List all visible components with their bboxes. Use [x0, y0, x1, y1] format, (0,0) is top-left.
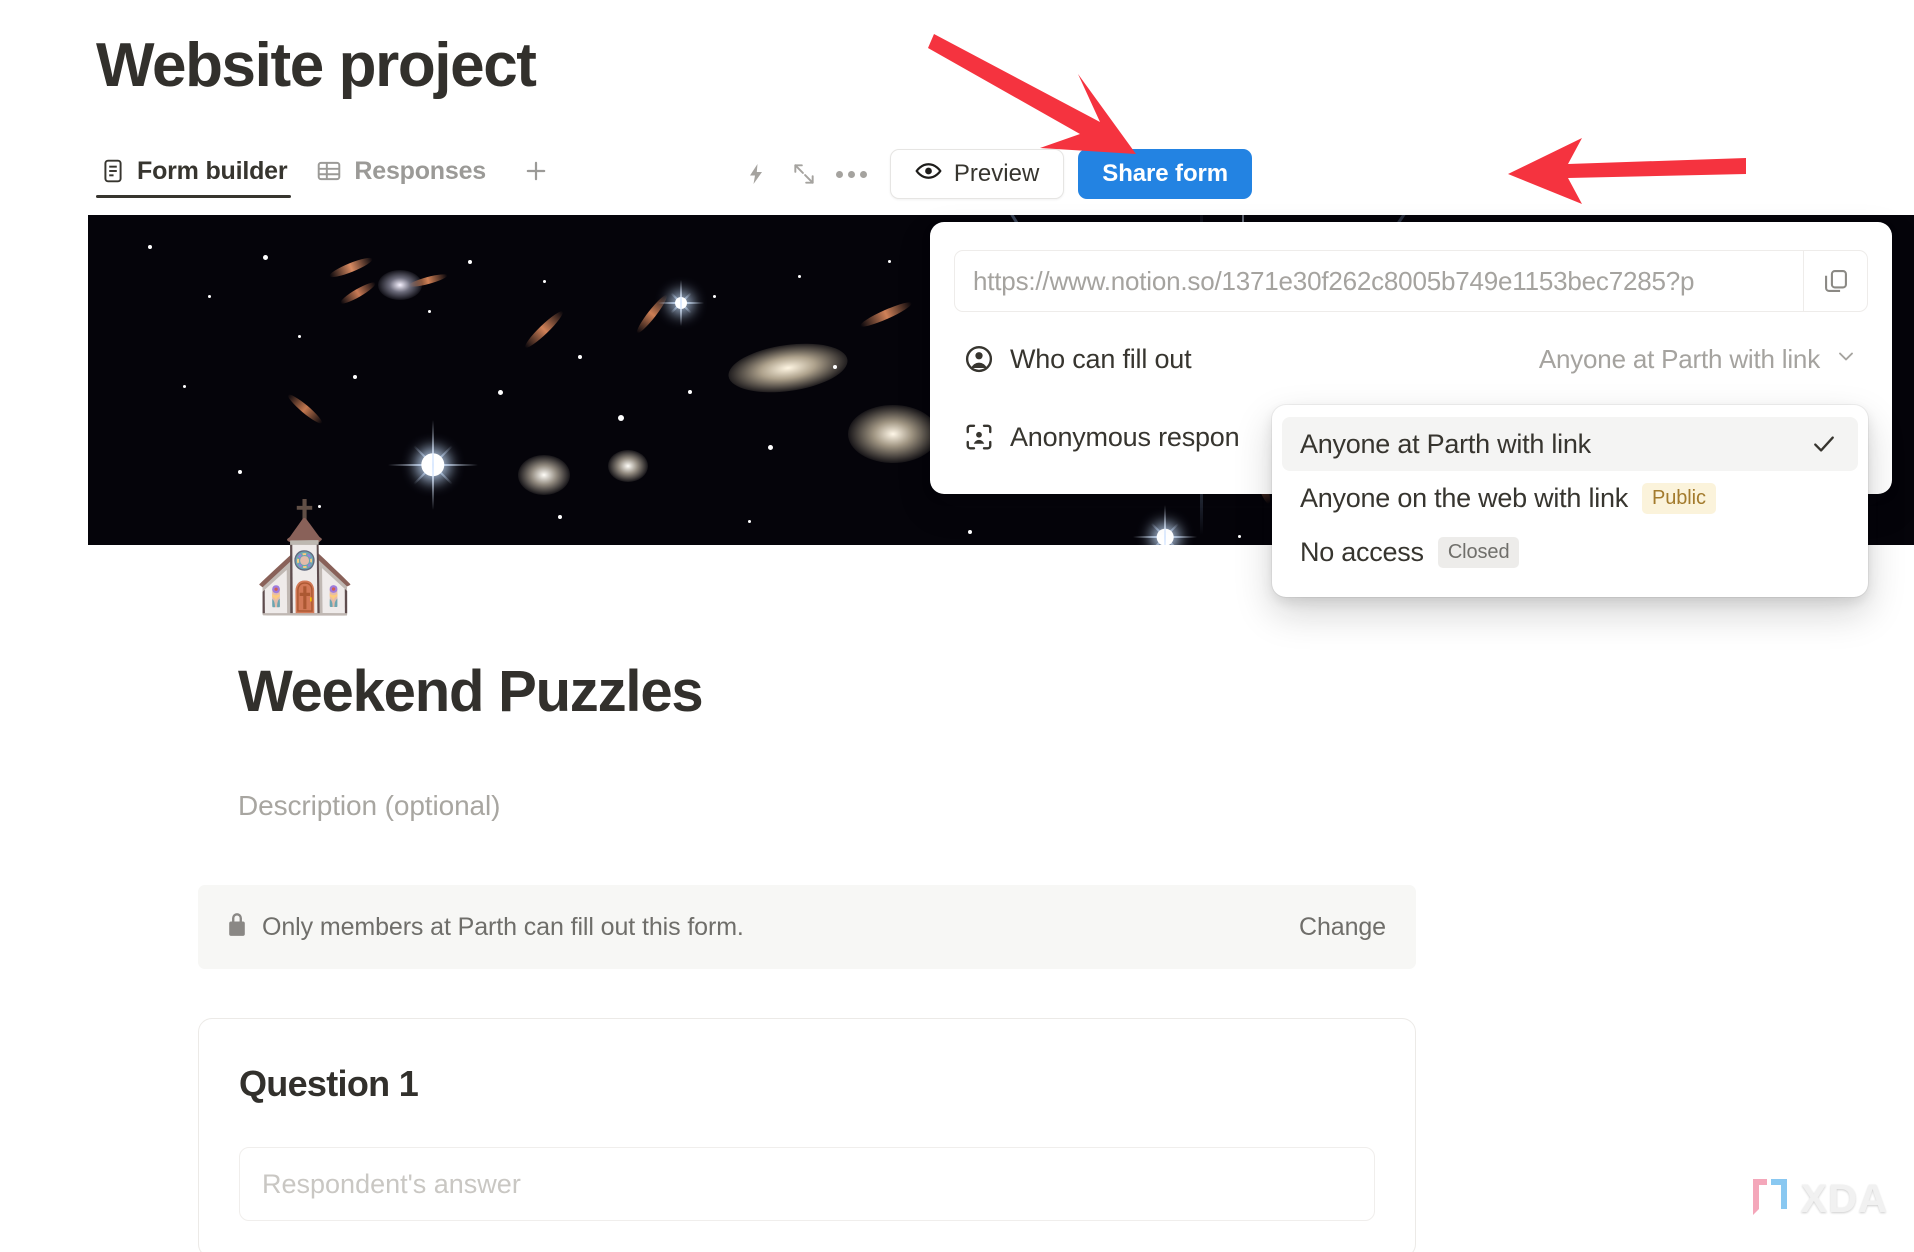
lightning-bolt-icon[interactable]: [732, 152, 780, 196]
form-description-placeholder[interactable]: Description (optional): [238, 790, 500, 822]
who-can-fill-out-label: Who can fill out: [1010, 343, 1192, 374]
xda-watermark: XDA: [1749, 1175, 1888, 1224]
form-emoji-icon[interactable]: ⛪: [240, 500, 370, 618]
page-title: Website project: [96, 31, 537, 100]
access-notice-text: Only members at Parth can fill out this …: [262, 912, 744, 941]
access-notice-banner: Only members at Parth can fill out this …: [198, 885, 1416, 969]
share-form-button-label: Share form: [1102, 160, 1228, 187]
question-answer-input[interactable]: Respondent's answer: [239, 1147, 1375, 1221]
table-grid-icon: [315, 158, 343, 184]
check-icon: [1810, 430, 1838, 458]
form-document-icon: [100, 158, 126, 184]
expand-collapse-icon[interactable]: [780, 152, 828, 196]
access-notice-change-button[interactable]: Change: [1299, 913, 1386, 942]
arrow-pointing-to-share-form: [1508, 138, 1746, 204]
lock-icon: [226, 912, 248, 943]
app-root: Website project Form builder Responses P…: [0, 0, 1914, 1252]
preview-button-label: Preview: [953, 160, 1040, 187]
dropdown-item-label: No access: [1300, 536, 1424, 567]
anonymous-person-icon: [964, 422, 1004, 452]
share-url-text[interactable]: https://www.notion.so/1371e30f262c8005b7…: [955, 266, 1803, 297]
tab-form-builder-label: Form builder: [137, 156, 288, 185]
status-badge-public: Public: [1641, 482, 1716, 514]
who-can-fill-out-value: Anyone at Parth with link: [1538, 343, 1820, 374]
person-circle-icon: [964, 344, 1004, 374]
tab-responses-label: Responses: [354, 156, 486, 185]
tab-responses[interactable]: Responses: [311, 153, 496, 198]
who-can-fill-out-row[interactable]: Who can fill out Anyone at Parth with li…: [954, 328, 1868, 390]
xda-watermark-text: XDA: [1800, 1177, 1888, 1221]
share-url-row: https://www.notion.so/1371e30f262c8005b7…: [954, 250, 1868, 312]
access-dropdown-menu: Anyone at Parth with link Anyone on the …: [1272, 405, 1868, 597]
share-form-button[interactable]: Share form: [1078, 149, 1252, 199]
chevron-down-icon: [1834, 344, 1858, 375]
tab-form-builder[interactable]: Form builder: [96, 153, 297, 198]
form-title[interactable]: Weekend Puzzles: [238, 658, 704, 725]
dropdown-item-label: Anyone on the web with link: [1300, 482, 1628, 513]
who-can-fill-out-value-group[interactable]: Anyone at Parth with link: [1539, 344, 1858, 375]
tab-bar: Form builder Responses: [96, 152, 554, 198]
question-title[interactable]: Question 1: [239, 1063, 1375, 1105]
copy-icon[interactable]: [1803, 251, 1867, 311]
preview-button[interactable]: Preview: [889, 149, 1065, 199]
question-card: Question 1 Respondent's answer: [198, 1018, 1416, 1252]
dropdown-item-no-access[interactable]: No access Closed: [1282, 525, 1858, 579]
anonymous-responses-label: Anonymous respon: [1010, 421, 1240, 452]
xda-bracket-logo-icon: [1749, 1175, 1791, 1224]
dropdown-item-label: Anyone at Parth with link: [1300, 428, 1591, 459]
status-badge-closed: Closed: [1437, 536, 1520, 568]
dropdown-item-anyone-on-web[interactable]: Anyone on the web with link Public: [1282, 471, 1858, 525]
toolbar: Preview Share form: [732, 148, 1252, 200]
more-options-icon[interactable]: [828, 152, 876, 196]
dropdown-item-anyone-at-parth[interactable]: Anyone at Parth with link: [1282, 417, 1858, 471]
eye-icon: [915, 160, 942, 188]
add-tab-button[interactable]: [518, 153, 554, 189]
